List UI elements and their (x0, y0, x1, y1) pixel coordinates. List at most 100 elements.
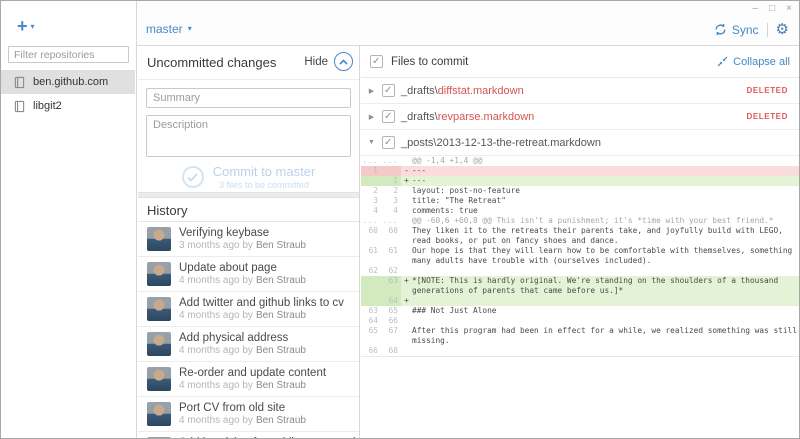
diff-line-text (412, 316, 800, 326)
diff-new-line-number: 67 (381, 326, 401, 346)
file-row[interactable]: ▼ ✓ _posts\2013-12-13-the-retreat.markdo… (361, 130, 800, 156)
avatar (147, 227, 171, 251)
commit-title: Verifying keybase (179, 227, 306, 239)
file-checkbox[interactable]: ✓ (382, 136, 395, 149)
diff-new-line-number: 63 (381, 276, 401, 296)
check-circle-icon (182, 166, 204, 188)
diff-line-text: After this program had been in effect fo… (412, 326, 800, 346)
diff-old-line-number: 62 (361, 266, 381, 276)
uncommitted-changes-title: Uncommitted changes (147, 55, 276, 70)
diff-new-line-number: ... (381, 216, 401, 226)
file-checkbox[interactable]: ✓ (382, 110, 395, 123)
check-icon: ✓ (384, 110, 392, 123)
toolbar: master ▾ Sync ⚙ (137, 1, 799, 46)
commit-summary-input[interactable] (146, 88, 351, 108)
diff-new-line-number: 60 (381, 226, 401, 246)
branch-selector[interactable]: master ▾ (146, 22, 192, 36)
diff-line: ... ... @@ -1,4 +1,4 @@ (361, 156, 800, 166)
commit-meta: 3 months ago byBen Straub (179, 240, 306, 251)
commit-author: Ben Straub (256, 415, 306, 426)
repository-name: ben.github.com (33, 76, 108, 88)
select-all-checkbox[interactable]: ✓ (370, 55, 383, 68)
diff-line-prefix (401, 316, 412, 326)
diff-old-line-number: 1 (361, 166, 381, 176)
sync-icon (714, 23, 727, 36)
diff-old-line-number: 2 (361, 186, 381, 196)
collapse-all-button[interactable]: Collapse all (717, 46, 790, 77)
avatar (147, 332, 171, 356)
commit-meta: 4 months ago byBen Straub (179, 275, 306, 286)
diff-line-prefix (401, 226, 412, 246)
history-commit-item[interactable]: Verifying keybase 3 months ago byBen Str… (138, 222, 359, 257)
diff-line-text: *[NOTE: This is hardly original. We're s… (412, 276, 800, 296)
file-row[interactable]: ▶ ✓ _drafts\diffstat.markdown DELETED (361, 78, 800, 104)
commit-button-label: Commit to master (213, 164, 316, 179)
commit-author: Ben Straub (256, 380, 306, 391)
gear-icon[interactable]: ⚙ (776, 22, 789, 37)
branch-name: master (146, 22, 183, 36)
history-commit-item[interactable]: Add physical address 4 months ago byBen … (138, 327, 359, 362)
files-to-commit-title: Files to commit (391, 56, 468, 68)
diff-line: 64 66 (361, 316, 800, 326)
files-to-commit-header: ✓ Files to commit Collapse all (361, 46, 800, 78)
diff-old-line-number: 65 (361, 326, 381, 346)
maximize-button[interactable]: □ (769, 3, 775, 15)
repository-item[interactable]: libgit2 (1, 94, 135, 118)
diff-line-text: ### Not Just Alone (412, 306, 800, 316)
diff-line-text: --- (412, 176, 800, 186)
diff-new-line-number: 68 (381, 346, 401, 356)
commit-button[interactable]: Commit to master 3 files to be committed (146, 164, 351, 190)
commit-description-input[interactable] (146, 115, 351, 157)
diff-line-prefix (401, 346, 412, 356)
commit-author: Ben Straub (256, 310, 306, 321)
diff-old-line-number: 66 (361, 346, 381, 356)
diff-line: 3 3 title: "The Retreat" (361, 196, 800, 206)
history-commit-item[interactable]: Add headshot for public consumption 5 mo… (138, 432, 359, 438)
history-commit-item[interactable]: Port CV from old site 4 months ago byBen… (138, 397, 359, 432)
filter-repositories-input[interactable] (8, 46, 129, 63)
diff-line: 60 60 They liken it to the retreats thei… (361, 226, 800, 246)
commit-title: Re-order and update content (179, 367, 326, 379)
diff-old-line-number: ... (361, 216, 381, 226)
diff-line-prefix: + (401, 296, 412, 306)
diff-new-line-number: 65 (381, 306, 401, 316)
history-commit-item[interactable]: Add twitter and github links to cv 4 mon… (138, 292, 359, 327)
diff-line: 63 65 ### Not Just Alone (361, 306, 800, 316)
diff-line: ... ... @@ -60,6 +60,8 @@ This isn't a p… (361, 216, 800, 226)
diff-old-line-number: 64 (361, 316, 381, 326)
expander-icon[interactable]: ▼ (367, 139, 376, 146)
diff-view: ... ... @@ -1,4 +1,4 @@ 1 - --- 1 + --- … (361, 156, 800, 357)
commit-meta: 4 months ago byBen Straub (179, 310, 344, 321)
sync-label: Sync (732, 23, 759, 37)
expander-icon[interactable]: ▶ (367, 113, 376, 121)
diff-old-line-number: 4 (361, 206, 381, 216)
expander-icon[interactable]: ▶ (367, 87, 376, 95)
app-window: – □ × master ▾ Sync ⚙ + ▾ (0, 0, 800, 439)
hide-button[interactable]: Hide (304, 52, 353, 71)
diff-new-line-number: 66 (381, 316, 401, 326)
repository-item[interactable]: ben.github.com (1, 70, 135, 94)
add-repository-button[interactable]: + ▾ (17, 17, 35, 35)
diff-line-prefix (401, 306, 412, 316)
commit-title: Update about page (179, 262, 306, 274)
diff-new-line-number: ... (381, 156, 401, 166)
history-header: History (138, 198, 359, 222)
diff-line: 65 67 After this program had been in eff… (361, 326, 800, 346)
diff-old-line-number: 3 (361, 196, 381, 206)
diff-old-line-number (361, 276, 381, 296)
avatar (147, 402, 171, 426)
sync-button[interactable]: Sync (714, 23, 759, 37)
toolbar-right: Sync ⚙ (714, 22, 789, 37)
close-button[interactable]: × (786, 3, 792, 15)
history-commit-item[interactable]: Re-order and update content 4 months ago… (138, 362, 359, 397)
plus-icon: + (17, 17, 28, 35)
history-commit-item[interactable]: Update about page 4 months ago byBen Str… (138, 257, 359, 292)
file-checkbox[interactable]: ✓ (382, 84, 395, 97)
diff-new-line-number: 62 (381, 266, 401, 276)
diff-new-line-number: 64 (381, 296, 401, 306)
commit-meta: 4 months ago byBen Straub (179, 380, 326, 391)
minimize-button[interactable]: – (753, 3, 759, 15)
file-row[interactable]: ▶ ✓ _drafts\revparse.markdown DELETED (361, 104, 800, 130)
diff-old-line-number (361, 296, 381, 306)
diff-line: 1 + --- (361, 176, 800, 186)
